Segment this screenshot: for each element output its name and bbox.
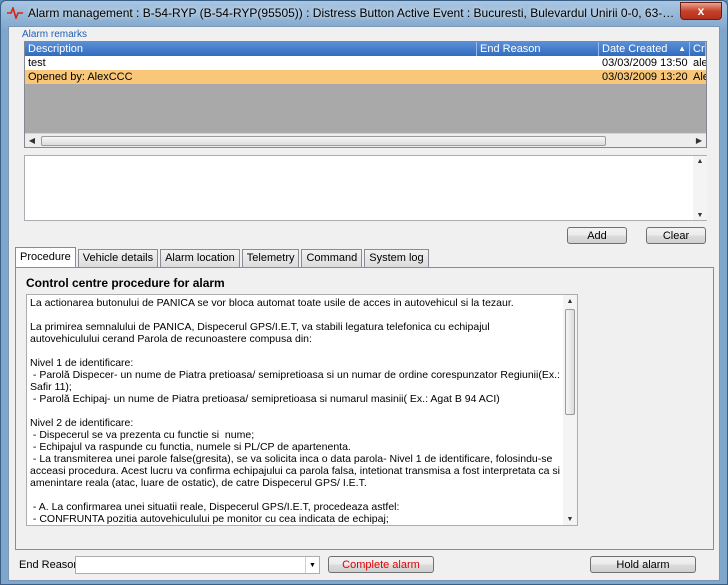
tab-vehicle-details[interactable]: Vehicle details bbox=[77, 249, 159, 267]
tab-strip: Procedure Vehicle details Alarm location… bbox=[15, 247, 431, 267]
scroll-up-icon[interactable]: ▲ bbox=[563, 295, 577, 307]
table-row[interactable]: test 03/03/2009 13:50 ale bbox=[25, 56, 706, 70]
remarks-grid[interactable]: Description End Reason Date Created ▲ Cr … bbox=[24, 41, 707, 148]
alarm-management-window: Alarm management : B-54-RYP (B-54-RYP(95… bbox=[0, 0, 728, 585]
window-title: Alarm management : B-54-RYP (B-54-RYP(95… bbox=[28, 6, 680, 20]
procedure-paragraph: Nivel 1 de identificare: - Parolă Dispec… bbox=[30, 357, 560, 405]
end-reason-dropdown[interactable]: ▼ bbox=[75, 556, 320, 574]
tab-telemetry[interactable]: Telemetry bbox=[241, 249, 300, 267]
cell-description: Opened by: AlexCCC bbox=[28, 71, 133, 83]
scroll-track[interactable] bbox=[39, 135, 692, 147]
cell-date-created: 03/03/2009 13:50 bbox=[602, 57, 688, 69]
procedure-paragraph: La actionarea butonului de PANICA se vor… bbox=[30, 297, 514, 309]
end-reason-label: End Reason: bbox=[19, 559, 83, 571]
procedure-paragraph: Nivel 2 de identificare: - Dispecerul se… bbox=[30, 417, 560, 489]
scroll-down-icon[interactable]: ▼ bbox=[693, 210, 707, 220]
client-area: Alarm remarks Description End Reason Dat… bbox=[8, 26, 720, 581]
procedure-panel: Control centre procedure for alarm La ac… bbox=[15, 267, 714, 550]
tab-alarm-location[interactable]: Alarm location bbox=[160, 249, 240, 267]
grid-header: Description End Reason Date Created ▲ Cr bbox=[25, 42, 706, 56]
cell-description: test bbox=[28, 57, 46, 69]
title-bar[interactable]: Alarm management : B-54-RYP (B-54-RYP(95… bbox=[1, 1, 727, 25]
scroll-up-icon[interactable]: ▲ bbox=[693, 156, 707, 166]
hold-alarm-button[interactable]: Hold alarm bbox=[590, 556, 696, 573]
column-header-description[interactable]: Description bbox=[25, 42, 477, 56]
sort-ascending-icon: ▲ bbox=[678, 44, 686, 53]
app-icon bbox=[7, 5, 23, 21]
procedure-paragraph: La primirea semnalului de PANICA, Dispec… bbox=[30, 321, 493, 345]
column-header-end-reason[interactable]: End Reason bbox=[477, 42, 599, 56]
procedure-text-box[interactable]: La actionarea butonului de PANICA se vor… bbox=[26, 294, 578, 526]
scroll-right-icon[interactable]: ▶ bbox=[692, 134, 706, 148]
cell-created-by: Ale bbox=[693, 71, 706, 83]
remark-text-input[interactable] bbox=[24, 155, 707, 221]
grid-horizontal-scrollbar[interactable]: ◀ ▶ bbox=[25, 133, 706, 147]
procedure-scrollbar[interactable]: ▲ ▼ bbox=[563, 295, 577, 525]
scroll-thumb[interactable] bbox=[41, 135, 606, 146]
tab-command[interactable]: Command bbox=[301, 249, 363, 267]
add-button[interactable]: Add bbox=[567, 227, 627, 244]
cell-date-created: 03/03/2009 13:20 bbox=[602, 71, 688, 83]
scroll-thumb[interactable] bbox=[565, 309, 575, 415]
column-header-date-created[interactable]: Date Created ▲ bbox=[599, 42, 690, 56]
cell-end-reason bbox=[477, 56, 599, 70]
cell-created-by: ale bbox=[693, 57, 706, 69]
tab-procedure[interactable]: Procedure bbox=[15, 247, 76, 267]
procedure-paragraph: - A. La confirmarea unei situatii reale,… bbox=[32, 501, 400, 525]
scroll-left-icon[interactable]: ◀ bbox=[25, 134, 39, 148]
tab-system-log[interactable]: System log bbox=[364, 249, 429, 267]
close-button[interactable]: x bbox=[680, 2, 722, 20]
procedure-title: Control centre procedure for alarm bbox=[26, 276, 225, 290]
complete-alarm-button[interactable]: Complete alarm bbox=[328, 556, 434, 573]
column-header-created-by[interactable]: Cr bbox=[690, 42, 706, 56]
alarm-remarks-group-label: Alarm remarks bbox=[22, 29, 88, 40]
cell-end-reason bbox=[477, 70, 599, 84]
table-row[interactable]: Opened by: AlexCCC 03/03/2009 13:20 Ale bbox=[25, 70, 706, 84]
scroll-down-icon[interactable]: ▼ bbox=[563, 513, 577, 525]
clear-button[interactable]: Clear bbox=[646, 227, 706, 244]
procedure-text: La actionarea butonului de PANICA se vor… bbox=[30, 297, 560, 525]
remark-input-scrollbar[interactable]: ▲ ▼ bbox=[693, 156, 707, 220]
chevron-down-icon[interactable]: ▼ bbox=[305, 557, 319, 573]
close-icon: x bbox=[697, 4, 705, 18]
